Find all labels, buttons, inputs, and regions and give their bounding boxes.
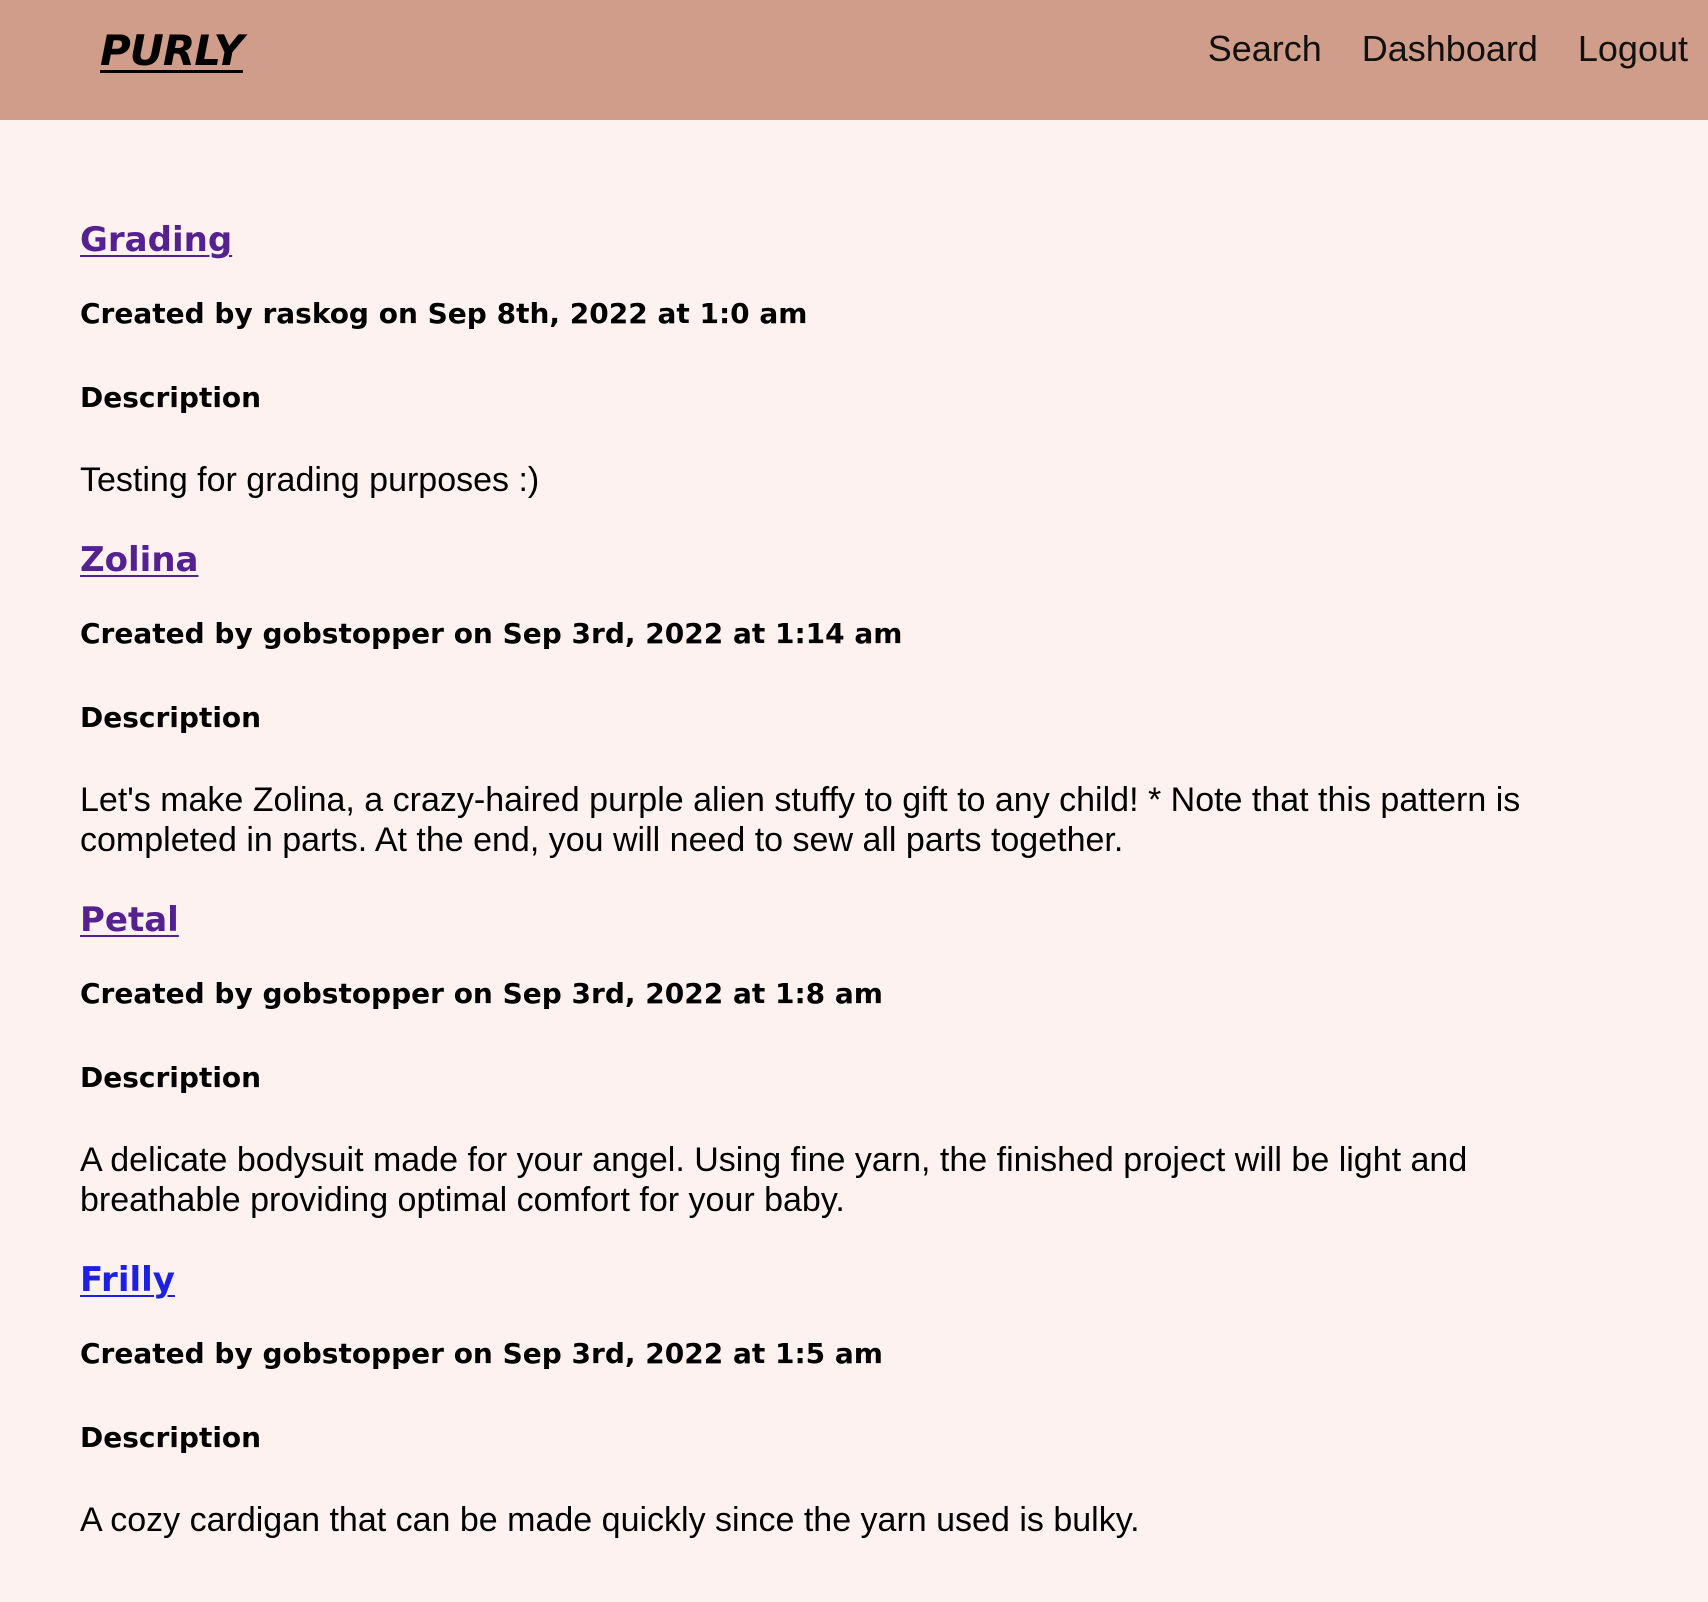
pattern-title-link[interactable]: Frilly — [80, 1256, 175, 1304]
pattern-title-link[interactable]: Petal — [80, 896, 179, 944]
description-heading: Description — [80, 381, 262, 414]
pattern-item: Zolina Created by gobstopper on Sep 3rd,… — [80, 536, 1628, 860]
pattern-list: Grading Created by raskog on Sep 8th, 20… — [0, 120, 1708, 1540]
description-heading: Description — [80, 1421, 262, 1454]
brand-logo-link[interactable]: PURLY — [100, 26, 244, 75]
main-nav: Search Dashboard Logout — [1208, 28, 1688, 70]
pattern-meta: Created by raskog on Sep 8th, 2022 at 1:… — [80, 297, 808, 330]
pattern-description: A delicate bodysuit made for your angel.… — [80, 1141, 1468, 1219]
pattern-description: Let's make Zolina, a crazy-haired purple… — [80, 781, 1521, 859]
pattern-item: Petal Created by gobstopper on Sep 3rd, … — [80, 896, 1628, 1220]
pattern-item: Grading Created by raskog on Sep 8th, 20… — [80, 216, 1628, 500]
pattern-description: A cozy cardigan that can be made quickly… — [80, 1501, 1140, 1539]
pattern-title-link[interactable]: Grading — [80, 216, 232, 264]
pattern-meta: Created by gobstopper on Sep 3rd, 2022 a… — [80, 977, 883, 1010]
pattern-item: Frilly Created by gobstopper on Sep 3rd,… — [80, 1256, 1628, 1540]
pattern-title-link[interactable]: Zolina — [80, 536, 198, 584]
description-heading: Description — [80, 701, 262, 734]
pattern-meta: Created by gobstopper on Sep 3rd, 2022 a… — [80, 617, 903, 650]
nav-search-link[interactable]: Search — [1208, 28, 1322, 70]
nav-dashboard-link[interactable]: Dashboard — [1362, 28, 1538, 70]
description-heading: Description — [80, 1061, 262, 1094]
pattern-description: Testing for grading purposes :) — [80, 461, 540, 499]
top-navbar: PURLY Search Dashboard Logout — [0, 0, 1708, 120]
pattern-meta: Created by gobstopper on Sep 3rd, 2022 a… — [80, 1337, 883, 1370]
nav-logout-link[interactable]: Logout — [1578, 28, 1688, 70]
